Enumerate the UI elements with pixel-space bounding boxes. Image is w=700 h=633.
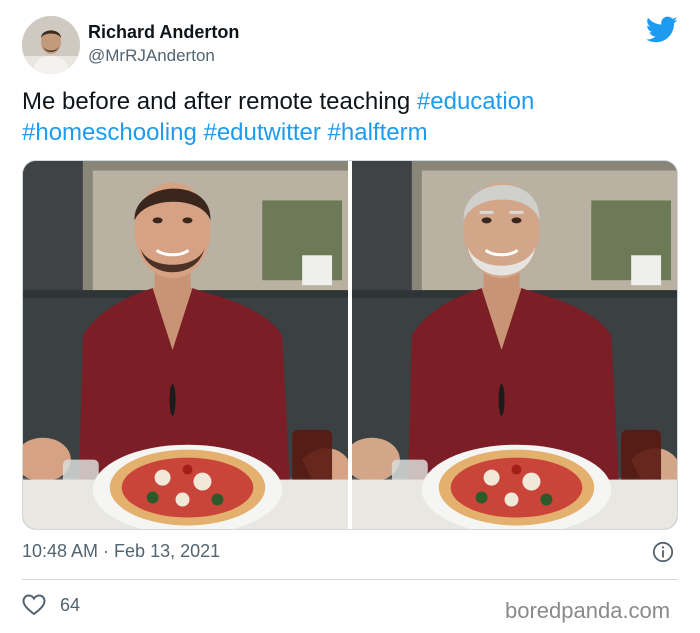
photo-before[interactable] bbox=[23, 161, 348, 529]
tweet-body: Me before and after remote teaching bbox=[22, 88, 411, 115]
watermark: boredpanda.com bbox=[505, 598, 671, 623]
tweet-timestamp[interactable]: 10:48 AM · Feb 13, 2021 bbox=[22, 541, 220, 562]
twitter-bird-icon[interactable] bbox=[646, 16, 678, 44]
hashtag-edutwitter[interactable]: #edutwitter bbox=[203, 119, 320, 146]
info-icon[interactable] bbox=[652, 541, 674, 563]
display-name[interactable]: Richard Anderton bbox=[88, 22, 239, 43]
hashtag-homeschooling[interactable]: #homeschooling bbox=[22, 119, 197, 146]
avatar[interactable] bbox=[22, 16, 80, 74]
hashtag-halfterm[interactable]: #halfterm bbox=[328, 119, 428, 146]
photo-grid bbox=[22, 160, 678, 530]
tweet-text: Me before and after remote teaching #edu… bbox=[22, 86, 662, 148]
user-handle[interactable]: @MrRJAnderton bbox=[88, 46, 215, 66]
avatar-image bbox=[22, 16, 80, 74]
photo-after[interactable] bbox=[352, 161, 677, 529]
after-photo-image bbox=[352, 161, 677, 529]
divider bbox=[22, 579, 678, 580]
like-count: 64 bbox=[60, 595, 81, 615]
tweet-card: Richard Anderton @MrRJAnderton Me before… bbox=[0, 0, 700, 633]
heart-icon[interactable] bbox=[22, 594, 46, 616]
hashtag-education[interactable]: #education bbox=[417, 88, 534, 115]
before-photo-image bbox=[23, 161, 348, 529]
